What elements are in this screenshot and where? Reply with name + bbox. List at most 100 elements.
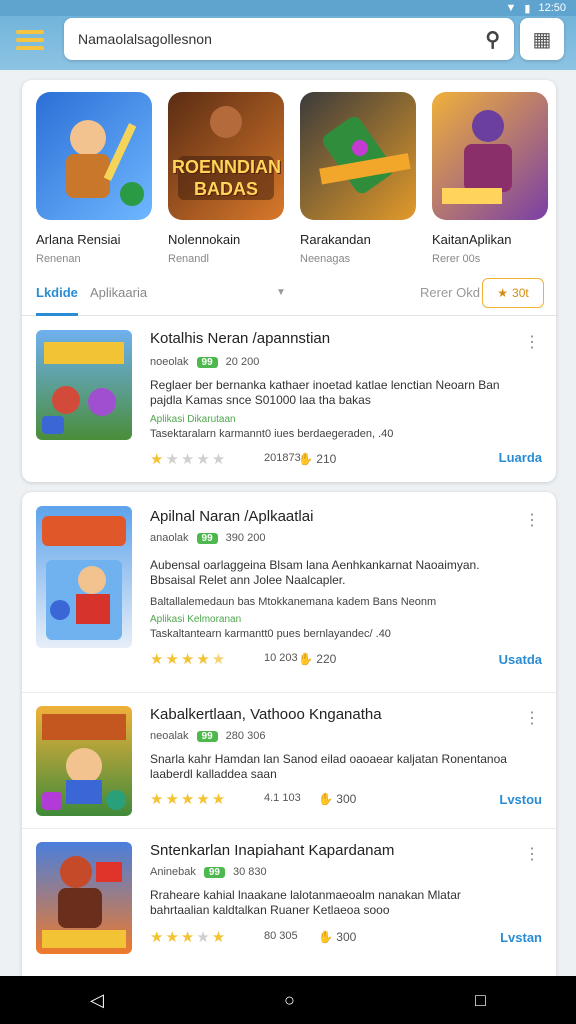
star-rating: ★★★★★ [150, 651, 228, 668]
action-button[interactable]: Usatda [499, 652, 542, 667]
featured-app-1-thumbnail [36, 92, 152, 220]
like-count: 300 [336, 792, 357, 806]
recents-icon[interactable]: □ [475, 990, 486, 1011]
likes: ✋ 220 [298, 652, 336, 666]
rating-badge: 99 [203, 866, 225, 878]
likes: ✋ 300 [318, 930, 356, 944]
app-title[interactable]: Apilnal Naran /Aplkaatlai [150, 508, 313, 525]
like-count: 220 [316, 652, 337, 666]
likes: ✋ 300 [318, 792, 356, 806]
app-tag: Aplikasi Kelmoranan [150, 614, 242, 625]
app-title[interactable]: Sntenkarlan Inapiahant Kapardanam [150, 842, 394, 859]
tab-bar: Lkdide Aplikaaria ▼ Rerer Okd ★ 30t [22, 270, 556, 316]
featured-app-3[interactable]: Rarakandan Neenagas [300, 92, 416, 265]
more-icon[interactable]: ⋮ [524, 332, 540, 352]
thumbs-up-icon: ✋ [318, 930, 333, 944]
app-meta: noeolak 99 20 200 [150, 356, 259, 368]
list-item[interactable]: Sntenkarlan Inapiahant Kapardanam Anineb… [22, 828, 556, 976]
thumbs-up-icon: ✋ [298, 652, 313, 666]
app-description: Rraheare kahial lnaakane lalotanmaeoalm … [150, 888, 461, 917]
list-item[interactable]: Kotalhis Neran /apannstian noeolak 99 20… [22, 316, 556, 482]
action-button[interactable]: Lvstou [499, 792, 542, 807]
menu-icon[interactable] [16, 26, 44, 54]
app-tag: Aplikasi Dikarutaan [150, 414, 236, 425]
featured-card: Arlana Rensiai Renenan ROENNDIAN BADAS N… [22, 80, 556, 482]
thumbs-up-icon: ✋ [298, 452, 313, 466]
featured-app-4-thumbnail [432, 92, 548, 220]
rating-count: 4.1 103 [264, 792, 301, 804]
app-subinfo: Baltallalemedaun bas Mtokkanemana kadem … [150, 596, 437, 608]
more-icon[interactable]: ⋮ [524, 844, 540, 864]
search-icon[interactable]: ⚲ [485, 27, 500, 52]
app-description: Snarla kahr Hamdan lan Sanod eilad oaoae… [150, 752, 507, 781]
app-title[interactable]: Kotalhis Neran /apannstian [150, 330, 330, 347]
download-count: 390 200 [225, 532, 266, 544]
action-button[interactable]: Lvstan [500, 930, 542, 945]
likes: ✋ 210 [298, 452, 336, 466]
download-count: 20 200 [225, 356, 260, 368]
app-description: Reglaer ber bernanka kathaer inoetad kat… [150, 378, 500, 407]
chevron-down-icon[interactable]: ▼ [276, 287, 286, 298]
app-meta: Aninebak 99 30 830 [150, 866, 267, 878]
list-item[interactable]: Kabalkertlaan, Vathooo Knganatha neoalak… [22, 692, 556, 828]
developer-name: Aninebak [150, 866, 196, 878]
featured-app-4-title: KaitanAplikan [432, 232, 512, 247]
featured-app-3-title: Rarakandan [300, 232, 371, 247]
thumbs-up-icon: ✋ [318, 792, 333, 806]
featured-app-2-thumbnail: ROENNDIAN BADAS [168, 92, 284, 220]
download-count: 30 830 [233, 866, 267, 878]
rating-count: 10 203 [264, 652, 298, 664]
app-description: Aubensal oarlaggeina Blsam lana Aenhkank… [150, 558, 480, 587]
app-meta: anaolak 99 390 200 [150, 532, 265, 544]
featured-app-1-title: Arlana Rensiai [36, 232, 121, 247]
wifi-icon: ▼ [505, 2, 517, 14]
tab-aplikaaria[interactable]: Aplikaaria [90, 285, 147, 300]
system-nav-bar: ◁ ○ □ [0, 976, 576, 1024]
rating-count: 201873 [264, 452, 301, 464]
featured-app-1-subtitle: Renenan [36, 253, 81, 265]
app-icon [36, 842, 132, 954]
rating-count: 80 305 [264, 930, 298, 942]
developer-name: noeolak [150, 356, 189, 368]
featured-app-2-title: Nolennokain [168, 232, 241, 247]
search-box[interactable]: Namaolalsagollesnon ⚲ [64, 18, 514, 60]
rating-badge: 99 [196, 356, 218, 368]
developer-name: neoalak [150, 730, 189, 742]
featured-app-4-subtitle: Rerer 00s [432, 253, 481, 265]
search-input[interactable]: Namaolalsagollesnon [78, 31, 485, 47]
app-subinfo: Tasektaralarn karmannt0 iues berdaegerad… [150, 428, 394, 440]
star-rating: ★★★★★ [150, 791, 228, 808]
download-count: 280 306 [225, 730, 266, 742]
featured-app-3-thumbnail [300, 92, 416, 220]
list-item[interactable]: Apilnal Naran /Aplkaatlai anaolak 99 390… [22, 492, 556, 692]
app-icon [36, 506, 132, 648]
battery-icon: ▮ [524, 2, 531, 15]
star-rating: ★★★★★ [150, 929, 228, 946]
rating-badge: 99 [196, 532, 218, 544]
status-time: 12:50 [538, 2, 566, 14]
sort-label[interactable]: Rerer Okd [420, 285, 480, 300]
apps-icon[interactable]: ▦ [520, 18, 564, 60]
like-count: 300 [336, 930, 357, 944]
developer-name: anaolak [150, 532, 189, 544]
featured-app-2-subtitle: Renandl [168, 253, 209, 265]
app-title[interactable]: Kabalkertlaan, Vathooo Knganatha [150, 706, 382, 723]
filter-label: 30t [512, 286, 529, 300]
like-count: 210 [316, 452, 337, 466]
star-rating: ★★★★★ [150, 451, 228, 468]
featured-app-2-banner: ROENNDIAN BADAS [172, 157, 282, 199]
thumbs-up-icon: ★ [497, 286, 509, 300]
status-bar: ▼ ▮ 12:50 [0, 0, 576, 16]
more-icon[interactable]: ⋮ [524, 708, 540, 728]
app-meta: neoalak 99 280 306 [150, 730, 265, 742]
app-subinfo-2: Taskaltantearn karmantt0 pues bernlayand… [150, 628, 391, 640]
more-icon[interactable]: ⋮ [524, 510, 540, 530]
back-icon[interactable]: ◁ [90, 990, 104, 1011]
filter-button[interactable]: ★ 30t [482, 278, 544, 308]
tab-lkdide[interactable]: Lkdide [36, 270, 78, 316]
featured-app-4[interactable]: KaitanAplikan Rerer 00s [432, 92, 548, 265]
featured-app-2[interactable]: ROENNDIAN BADAS Nolennokain Renandl [168, 92, 284, 265]
featured-app-1[interactable]: Arlana Rensiai Renenan [36, 92, 152, 265]
home-icon[interactable]: ○ [284, 990, 295, 1011]
action-button[interactable]: Luarda [499, 450, 542, 465]
